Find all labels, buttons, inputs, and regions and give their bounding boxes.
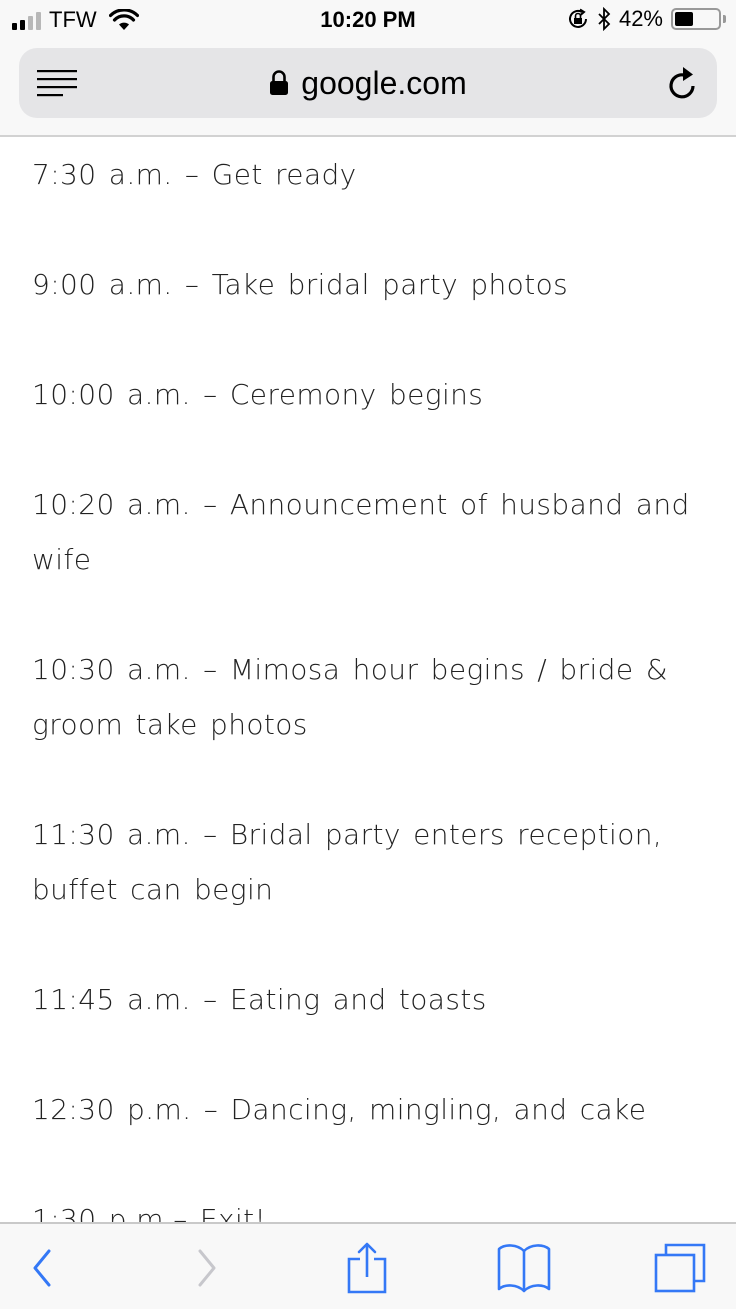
share-button[interactable] xyxy=(337,1238,397,1298)
forward-icon xyxy=(198,1249,216,1287)
bookmarks-button[interactable] xyxy=(494,1238,554,1298)
orientation-lock-icon xyxy=(568,8,587,28)
url-text: google.com xyxy=(301,64,467,101)
schedule-item: 12:30 p.m. – Dancing, mingling, and cake xyxy=(32,1093,647,1126)
reload-icon[interactable] xyxy=(665,64,701,102)
schedule-item: 1:30 p.m.– Exit! xyxy=(32,1203,267,1222)
bookmarks-icon xyxy=(497,1244,551,1293)
battery-icon xyxy=(671,8,721,30)
status-bar: TFW 10:20 PM 42% xyxy=(0,0,736,40)
schedule-item: 10:00 a.m. – Ceremony begins xyxy=(32,378,484,411)
bluetooth-icon xyxy=(598,7,611,31)
browser-top-chrome: TFW 10:20 PM 42% google.com xyxy=(0,0,736,137)
schedule-item: 11:30 a.m. – Bridal party enters recepti… xyxy=(32,818,663,906)
forward-button[interactable] xyxy=(177,1238,237,1298)
browser-toolbar xyxy=(0,1222,736,1309)
schedule-item: 7:30 a.m. – Get ready xyxy=(32,158,357,191)
schedule-item: 10:20 a.m. – Announcement of husband and… xyxy=(32,488,690,576)
schedule-item: 9:00 a.m. – Take bridal party photos xyxy=(32,268,569,301)
page-content[interactable]: 7:30 a.m. – Get ready 9:00 a.m. – Take b… xyxy=(0,139,736,1222)
wedding-schedule: 7:30 a.m. – Get ready 9:00 a.m. – Take b… xyxy=(32,147,712,1222)
tabs-icon xyxy=(654,1243,706,1293)
schedule-item: 10:30 a.m. – Mimosa hour begins / bride … xyxy=(32,653,669,741)
battery-cap xyxy=(723,15,726,23)
address-bar[interactable]: google.com xyxy=(19,48,717,118)
battery-level-fill xyxy=(675,12,693,26)
schedule-item: 11:45 a.m. – Eating and toasts xyxy=(32,983,487,1016)
tabs-button[interactable] xyxy=(650,1238,710,1298)
lock-icon xyxy=(270,70,289,95)
status-right: 42% xyxy=(567,6,726,32)
url-display[interactable]: google.com xyxy=(19,48,717,118)
back-icon xyxy=(33,1249,51,1287)
share-icon xyxy=(347,1242,387,1294)
battery-percent: 42% xyxy=(618,6,663,31)
back-button[interactable] xyxy=(12,1238,72,1298)
